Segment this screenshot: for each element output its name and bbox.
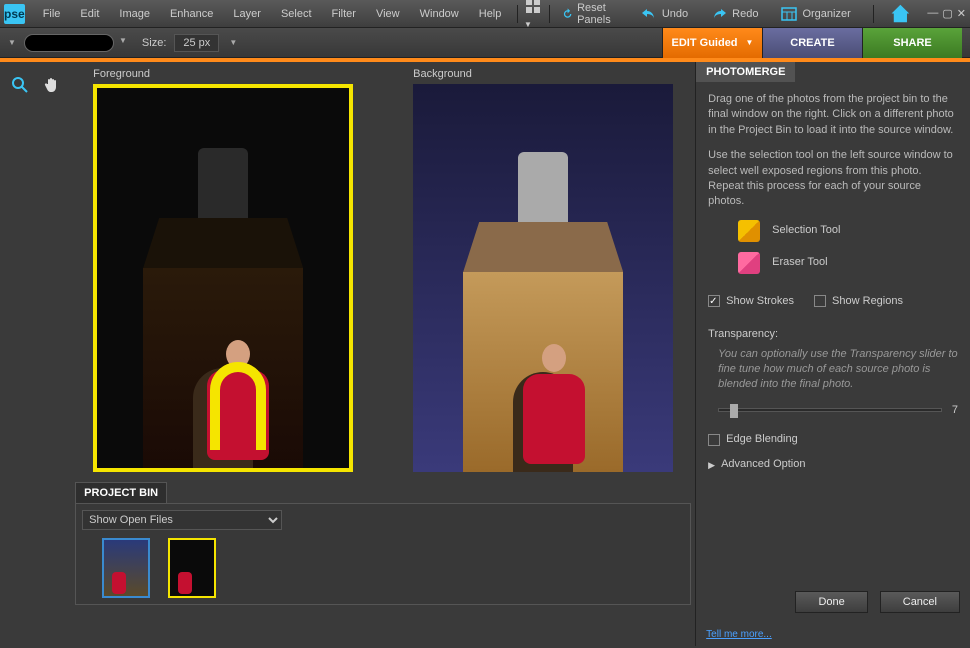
- tell-me-more-link[interactable]: Tell me more...: [696, 623, 970, 646]
- background-image[interactable]: [413, 84, 673, 472]
- selection-stroke: [210, 362, 266, 450]
- pencil-icon: [738, 220, 760, 242]
- menu-filter[interactable]: Filter: [322, 4, 366, 24]
- options-bar: ▼ Size: 25 px ▼ EDIT Guided▼ CREATE SHAR…: [0, 28, 970, 58]
- mode-share-button[interactable]: SHARE: [862, 28, 962, 58]
- app-logo: pse: [4, 4, 25, 24]
- right-panel: PHOTOMERGE Drag one of the photos from t…: [695, 62, 970, 646]
- show-regions-checkbox[interactable]: Show Regions: [814, 294, 903, 309]
- reset-icon: [562, 5, 573, 23]
- photomerge-tab[interactable]: PHOTOMERGE: [696, 62, 795, 82]
- edge-blending-checkbox[interactable]: Edge Blending: [708, 432, 958, 447]
- show-strokes-checkbox[interactable]: Show Strokes: [708, 294, 794, 309]
- menu-enhance[interactable]: Enhance: [160, 4, 223, 24]
- cancel-button[interactable]: Cancel: [880, 591, 960, 613]
- menu-view[interactable]: View: [366, 4, 410, 24]
- hand-icon: [43, 76, 61, 94]
- organizer-icon: [780, 5, 798, 23]
- menu-file[interactable]: File: [33, 4, 71, 24]
- selection-tool-button[interactable]: Selection Tool: [738, 220, 958, 242]
- menu-layer[interactable]: Layer: [223, 4, 271, 24]
- home-icon: [889, 3, 911, 25]
- background-label: Background: [413, 68, 673, 84]
- project-bin-dropdown[interactable]: Show Open Files: [82, 510, 282, 530]
- transparency-help: You can optionally use the Transparency …: [718, 347, 958, 393]
- maximize-button[interactable]: ▢: [942, 7, 952, 20]
- mode-create-button[interactable]: CREATE: [762, 28, 862, 58]
- redo-button[interactable]: Redo: [704, 3, 764, 25]
- left-toolbar: [0, 62, 71, 646]
- zoom-tool[interactable]: [9, 74, 31, 96]
- advanced-option-toggle[interactable]: ▶Advanced Option: [708, 457, 958, 472]
- transparency-slider[interactable]: [718, 408, 942, 412]
- grid-icon: [524, 0, 542, 15]
- mode-edit-button[interactable]: EDIT Guided▼: [662, 28, 762, 58]
- menu-window[interactable]: Window: [410, 4, 469, 24]
- eraser-tool-button[interactable]: Eraser Tool: [738, 252, 958, 274]
- eraser-icon: [738, 252, 760, 274]
- menu-edit[interactable]: Edit: [70, 4, 109, 24]
- menu-select[interactable]: Select: [271, 4, 322, 24]
- hand-tool[interactable]: [41, 74, 63, 96]
- arrange-dropdown[interactable]: ▼: [524, 0, 543, 30]
- project-bin-title: PROJECT BIN: [75, 482, 167, 503]
- size-value[interactable]: 25 px: [174, 34, 219, 52]
- magnifier-icon: [11, 76, 29, 94]
- organizer-button[interactable]: Organizer: [774, 3, 856, 25]
- undo-icon: [640, 5, 658, 23]
- foreground-image[interactable]: [93, 84, 353, 472]
- menu-bar: pse File Edit Image Enhance Layer Select…: [0, 0, 970, 28]
- done-button[interactable]: Done: [795, 591, 867, 613]
- close-button[interactable]: ✕: [957, 7, 966, 20]
- home-button[interactable]: [889, 3, 911, 25]
- menu-help[interactable]: Help: [469, 4, 512, 24]
- help-text-1: Drag one of the photos from the project …: [708, 92, 958, 138]
- transparency-label: Transparency:: [708, 327, 958, 342]
- reset-panels-button[interactable]: Reset Panels: [556, 0, 624, 28]
- redo-icon: [710, 5, 728, 23]
- undo-button[interactable]: Undo: [634, 3, 694, 25]
- thumbnail-2[interactable]: [168, 538, 216, 598]
- project-bin: Show Open Files: [75, 503, 691, 605]
- size-label: Size:: [142, 37, 166, 49]
- thumbnail-1[interactable]: [102, 538, 150, 598]
- foreground-label: Foreground: [93, 68, 353, 84]
- transparency-value: 7: [952, 403, 958, 418]
- minimize-button[interactable]: —: [927, 7, 938, 20]
- menu-image[interactable]: Image: [109, 4, 160, 24]
- help-text-2: Use the selection tool on the left sourc…: [708, 148, 958, 210]
- brush-preset-picker[interactable]: [24, 34, 114, 52]
